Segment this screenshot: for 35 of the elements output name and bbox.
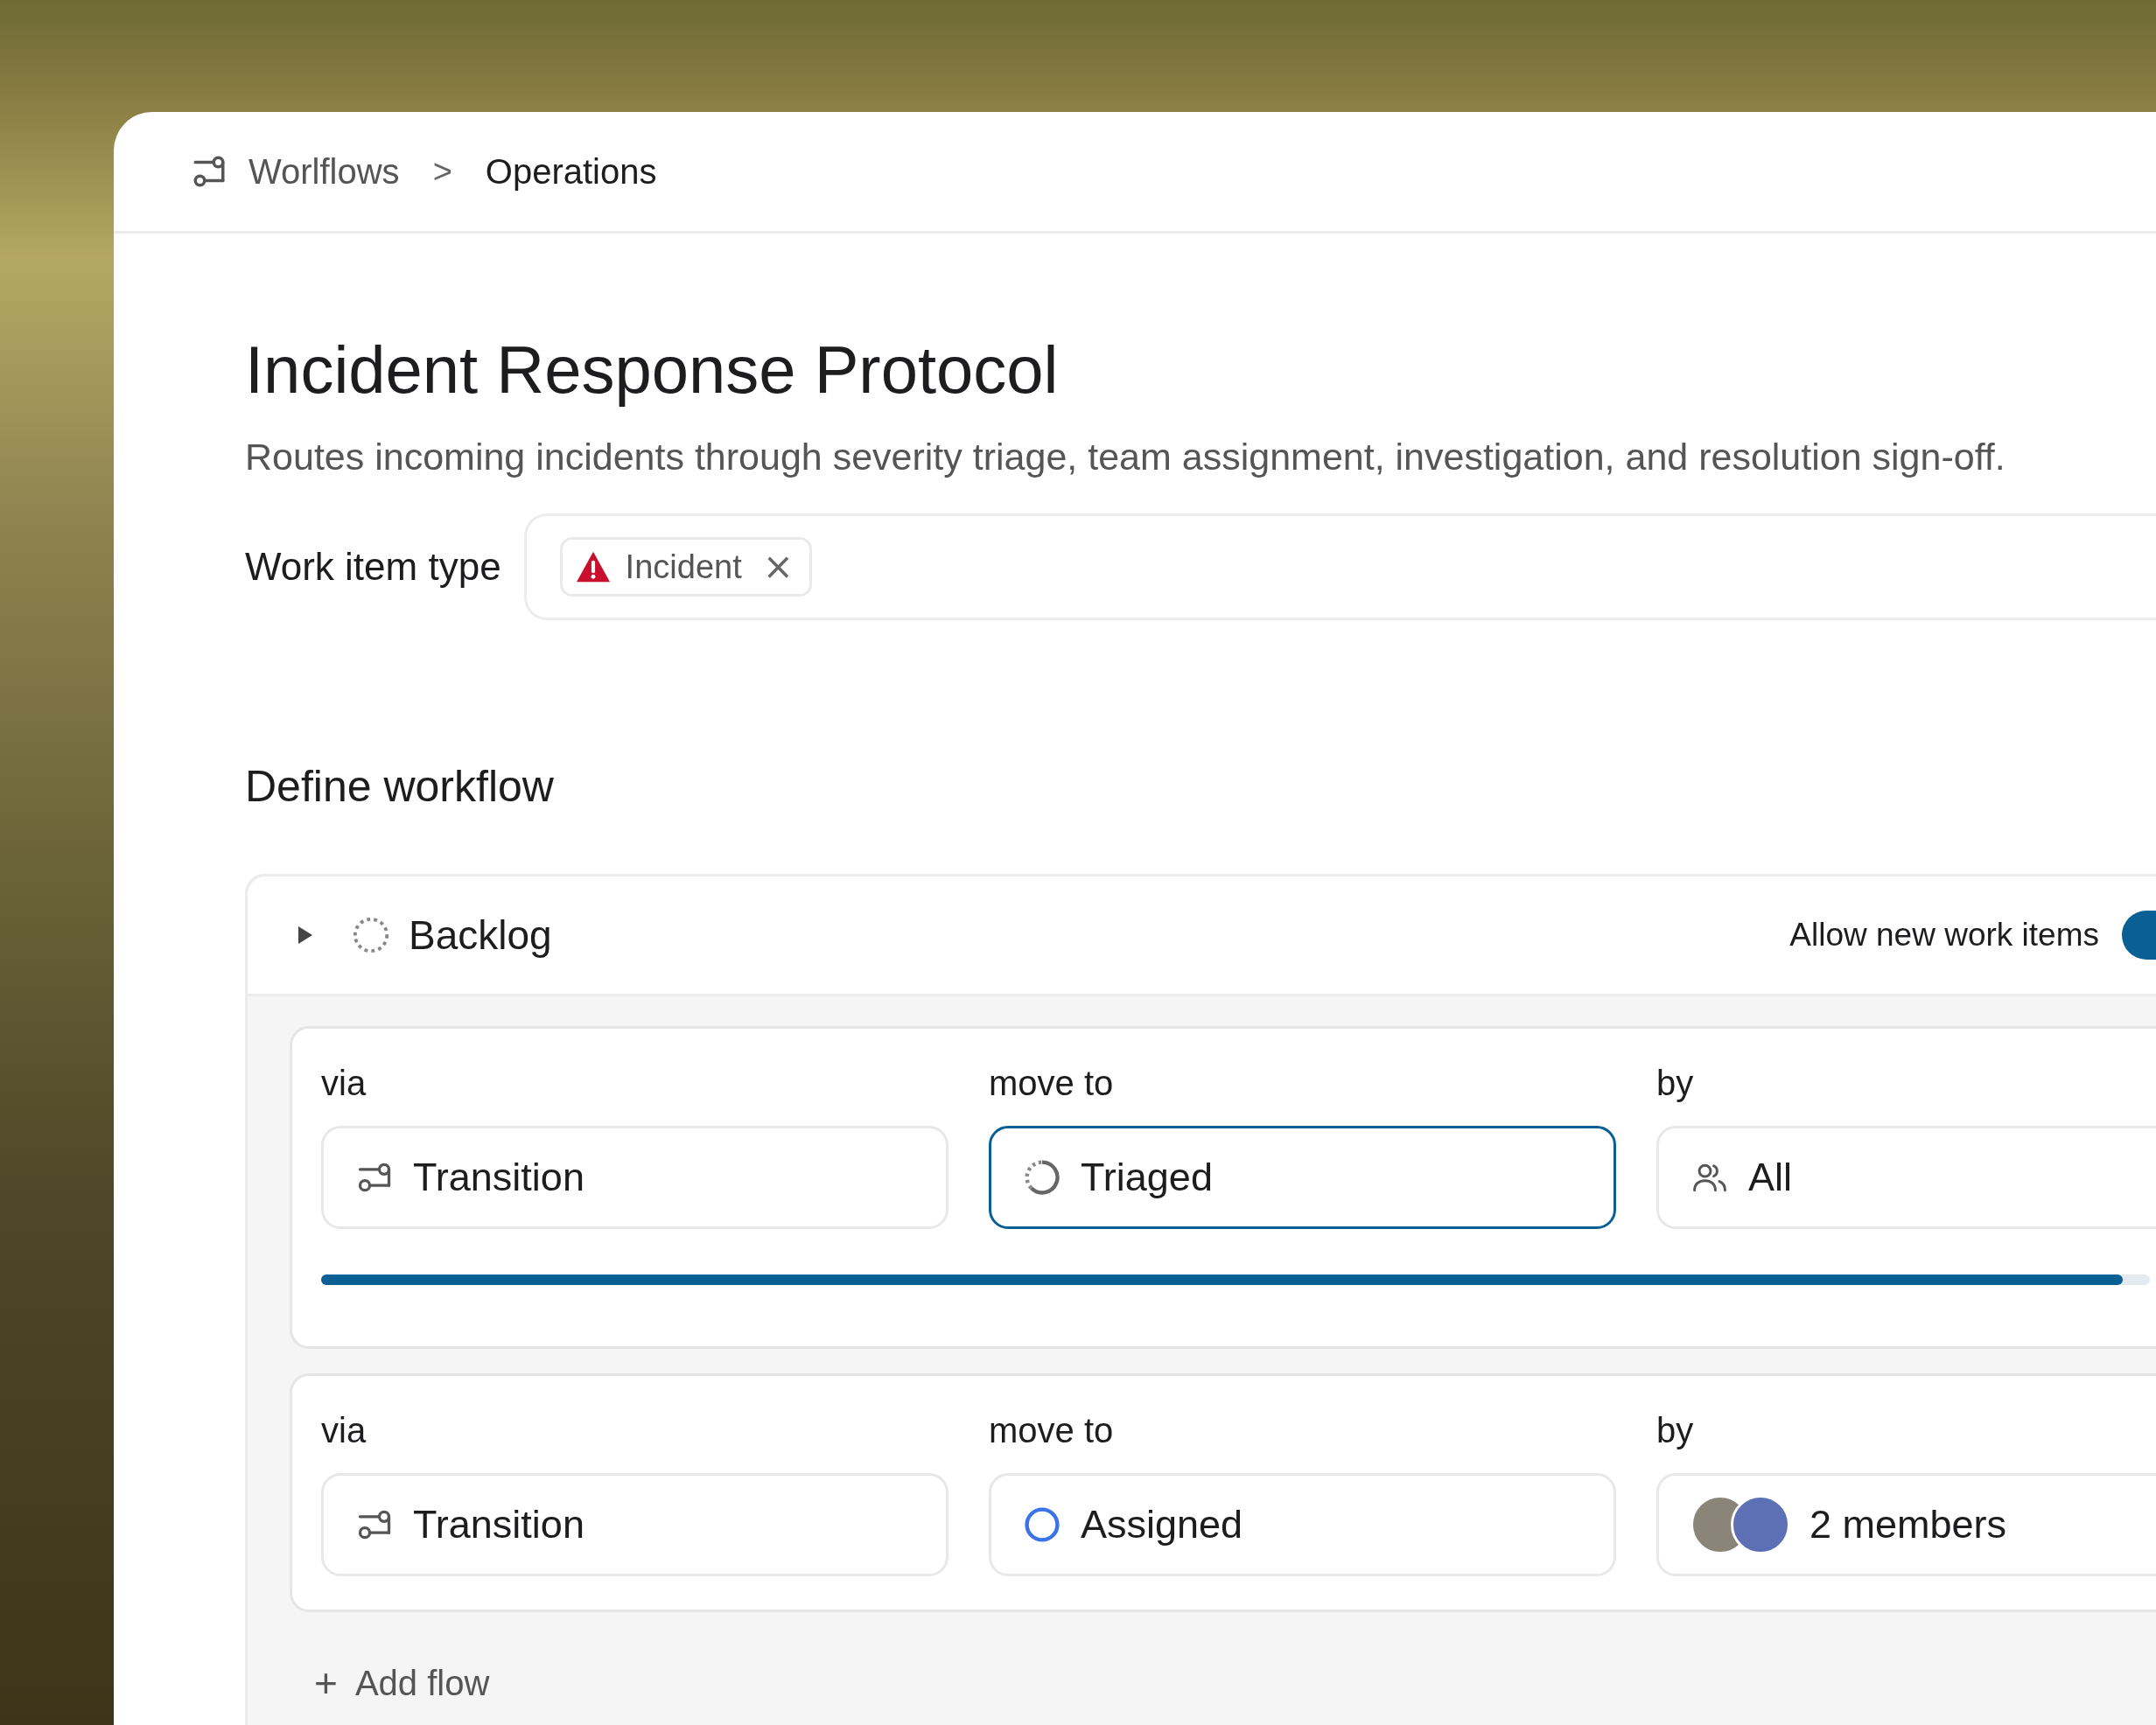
field-label: by xyxy=(1656,1064,1695,1104)
field-label: Work item type xyxy=(245,545,501,590)
via-select[interactable]: Transition xyxy=(321,1126,948,1230)
state-name: Backlog xyxy=(409,911,552,960)
add-flow-button[interactable]: + Add flow xyxy=(290,1637,490,1713)
breadcrumb-separator: > xyxy=(431,152,453,191)
field-label: move to xyxy=(989,1064,1115,1104)
page-title: Incident Response Protocol xyxy=(245,332,1060,409)
breadcrumb-link[interactable]: Operations xyxy=(485,151,657,192)
field-value: Assigned xyxy=(1081,1502,1243,1548)
toggle-label: Allow new work items xyxy=(1789,917,2099,954)
assignee-select[interactable]: 2 members xyxy=(1656,1473,2156,1577)
field-label: by xyxy=(1656,1411,1695,1451)
tag-label: Incident xyxy=(625,548,742,586)
field-label: via xyxy=(321,1411,368,1451)
field-label: via xyxy=(321,1064,368,1104)
state-select[interactable]: Triaged xyxy=(989,1126,1616,1230)
state-select[interactable]: Assigned xyxy=(989,1473,1616,1577)
field-value: Transition xyxy=(413,1502,584,1548)
caret-icon[interactable] xyxy=(297,925,314,946)
field-label: move to xyxy=(989,1411,1115,1451)
warning-icon xyxy=(574,550,612,584)
section-heading: Define workflow xyxy=(245,761,555,813)
field-value: All xyxy=(1748,1155,1792,1201)
work-item-type-field[interactable]: Incident × xyxy=(523,513,2156,621)
circle-icon xyxy=(1023,1505,1061,1545)
page-description: Routes incoming incidents through severity triage, team assignment, investigation, and resolution sign-off. xyxy=(245,436,2006,479)
via-select[interactable]: Transition xyxy=(321,1473,948,1577)
assignee-select[interactable]: All xyxy=(1656,1126,2156,1230)
partial-circle-icon xyxy=(1023,1158,1061,1198)
field-value: Triaged xyxy=(1081,1155,1213,1201)
breadcrumb-link[interactable]: Worlflows xyxy=(248,151,400,192)
remove-button[interactable]: × xyxy=(755,548,794,586)
field-value: Transition xyxy=(413,1155,584,1201)
field-value: 2 members xyxy=(1810,1502,2007,1548)
